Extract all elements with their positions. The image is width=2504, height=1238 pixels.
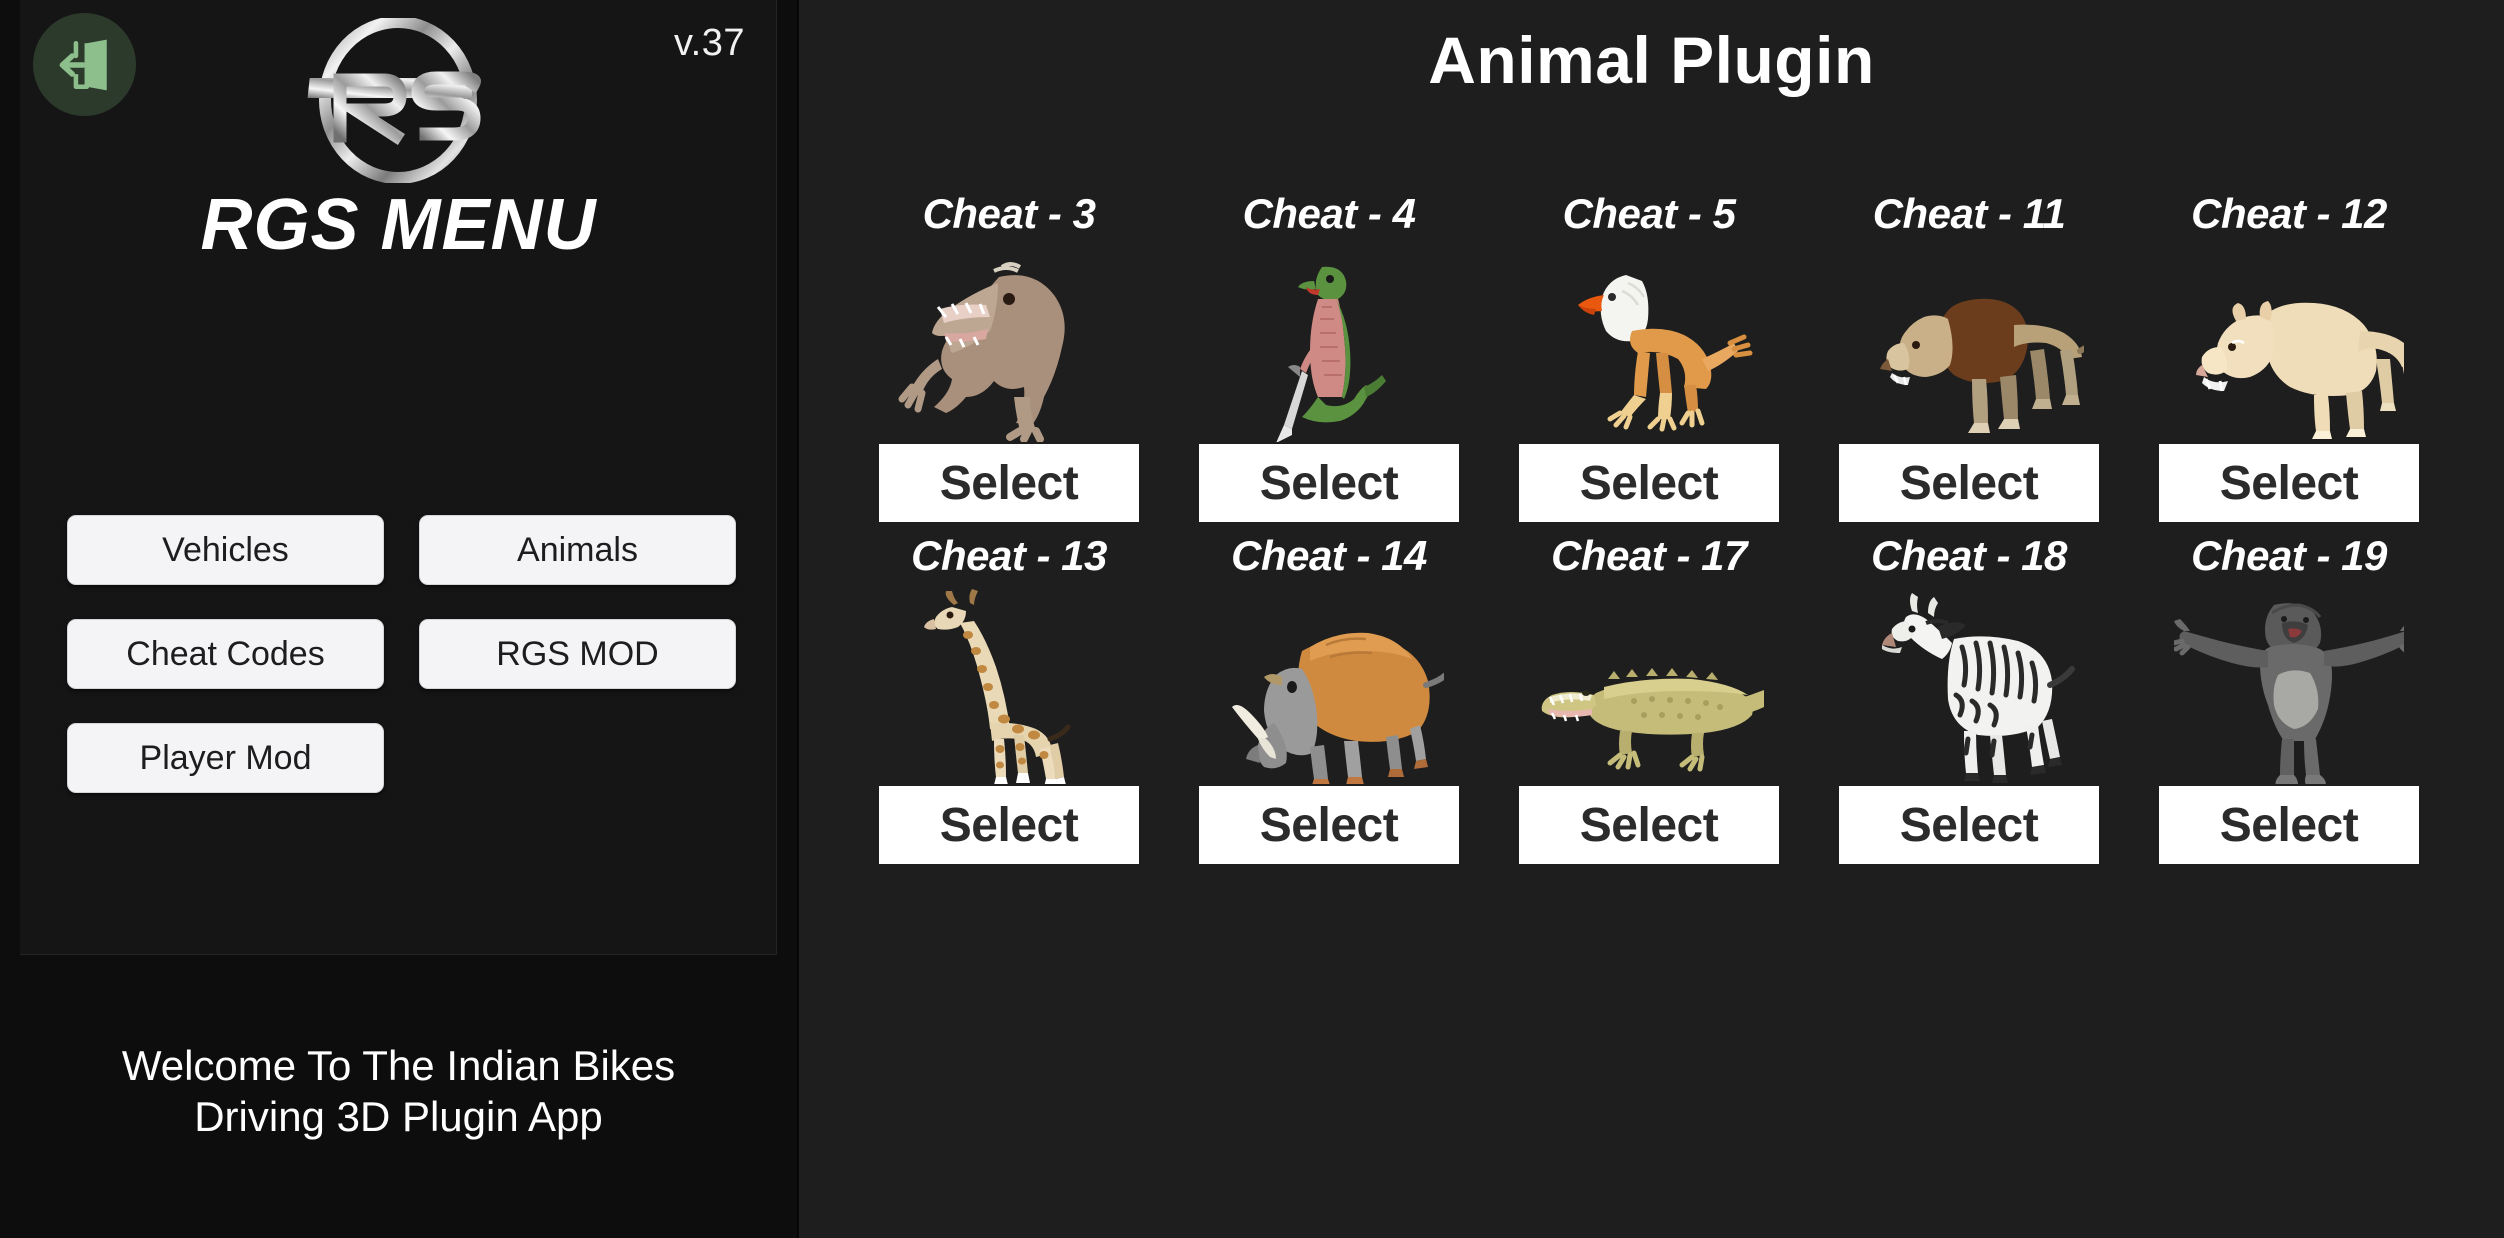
page-title: RGS MENU xyxy=(200,185,597,265)
animal-grid-row: Cheat - 13 Select Cheat - 14 Select Chea… xyxy=(849,532,2449,864)
sidebar-item-label: Cheat Codes xyxy=(126,634,325,673)
sidebar-item-animals[interactable]: Animals xyxy=(419,515,736,585)
sidebar-item-vehicles[interactable]: Vehicles xyxy=(67,515,384,585)
animal-card-cheat-11: Cheat - 11 Select xyxy=(1809,190,2129,522)
welcome-line-1: Welcome To The Indian Bikes xyxy=(121,1042,676,1089)
lion-icon xyxy=(1839,244,2099,444)
select-button[interactable]: Select xyxy=(1199,444,1459,522)
select-button[interactable]: Select xyxy=(1199,786,1459,864)
rhinoceros-icon xyxy=(1199,586,1459,786)
animal-card-label: Cheat - 19 xyxy=(2191,532,2387,579)
welcome-line-2: Driving 3D Plugin App xyxy=(194,1093,603,1141)
animal-grid: Cheat - 3 Select Cheat - 4 Select Cheat … xyxy=(849,190,2449,864)
select-button[interactable]: Select xyxy=(1519,444,1779,522)
animal-card-label: Cheat - 12 xyxy=(2191,190,2387,237)
animal-card-cheat-17: Cheat - 17 Select xyxy=(1489,532,1809,864)
sidebar-item-cheat-codes[interactable]: Cheat Codes xyxy=(67,619,384,689)
select-button[interactable]: Select xyxy=(879,786,1139,864)
animal-card-label: Cheat - 14 xyxy=(1231,532,1427,579)
animal-card-cheat-18: Cheat - 18 Select xyxy=(1809,532,2129,864)
animal-card-label: Cheat - 13 xyxy=(911,532,1107,579)
select-button[interactable]: Select xyxy=(1519,786,1779,864)
sidebar-item-label: RGS MOD xyxy=(496,634,659,673)
zebra-icon xyxy=(1839,586,2099,786)
crocodile-icon xyxy=(1519,586,1779,786)
app-root: v.37 RGS MENU Vehicles Animals Cheat Cod… xyxy=(0,0,2504,1238)
exit-button[interactable] xyxy=(33,13,136,116)
animal-grid-row: Cheat - 3 Select Cheat - 4 Select Cheat … xyxy=(849,190,2449,522)
animal-card-cheat-13: Cheat - 13 Select xyxy=(849,532,1169,864)
animal-card-cheat-4: Cheat - 4 Select xyxy=(1169,190,1489,522)
animal-card-label: Cheat - 17 xyxy=(1551,532,1747,579)
animal-card-cheat-12: Cheat - 12 Select xyxy=(2129,190,2449,522)
animal-card-label: Cheat - 5 xyxy=(1562,190,1736,237)
rgs-logo xyxy=(278,18,518,183)
animal-card-cheat-14: Cheat - 14 Select xyxy=(1169,532,1489,864)
main-title: Animal Plugin xyxy=(1428,23,1875,97)
sidebar-item-label: Vehicles xyxy=(162,530,289,569)
select-button[interactable]: Select xyxy=(2159,444,2419,522)
animal-card-cheat-3: Cheat - 3 Select xyxy=(849,190,1169,522)
select-button[interactable]: Select xyxy=(1839,444,2099,522)
animal-card-label: Cheat - 4 xyxy=(1242,190,1416,237)
eagle-griffin-icon xyxy=(1519,244,1779,444)
sidebar: v.37 RGS MENU Vehicles Animals Cheat Cod… xyxy=(0,0,797,1238)
select-button[interactable]: Select xyxy=(879,444,1139,522)
lizardman-icon xyxy=(1199,244,1459,444)
select-button[interactable]: Select xyxy=(2159,786,2419,864)
animal-card-cheat-5: Cheat - 5 Select xyxy=(1489,190,1809,522)
sidebar-nav: Vehicles Animals Cheat Codes RGS MOD Pla… xyxy=(67,515,737,793)
animal-card-cheat-19: Cheat - 19 Select xyxy=(2129,532,2449,864)
version-label: v.37 xyxy=(673,22,745,64)
exit-door-arrow-icon xyxy=(56,36,114,94)
animal-card-label: Cheat - 11 xyxy=(1872,190,2066,237)
gorilla-icon xyxy=(2159,586,2419,786)
animal-card-label: Cheat - 3 xyxy=(922,190,1096,237)
sidebar-item-label: Player Mod xyxy=(139,738,312,777)
select-button[interactable]: Select xyxy=(1839,786,2099,864)
giraffe-icon xyxy=(879,586,1139,786)
main-panel: Animal Plugin Cheat - 3 Select Cheat - 4… xyxy=(797,0,2504,1238)
sidebar-item-label: Animals xyxy=(517,530,638,569)
sidebar-item-player-mod[interactable]: Player Mod xyxy=(67,723,384,793)
dinosaur-icon xyxy=(879,244,1139,444)
welcome-message: Welcome To The Indian Bikes Driving 3D P… xyxy=(0,1040,797,1142)
lioness-icon xyxy=(2159,244,2419,444)
sidebar-item-rgs-mod[interactable]: RGS MOD xyxy=(419,619,736,689)
animal-card-label: Cheat - 18 xyxy=(1871,532,2067,579)
